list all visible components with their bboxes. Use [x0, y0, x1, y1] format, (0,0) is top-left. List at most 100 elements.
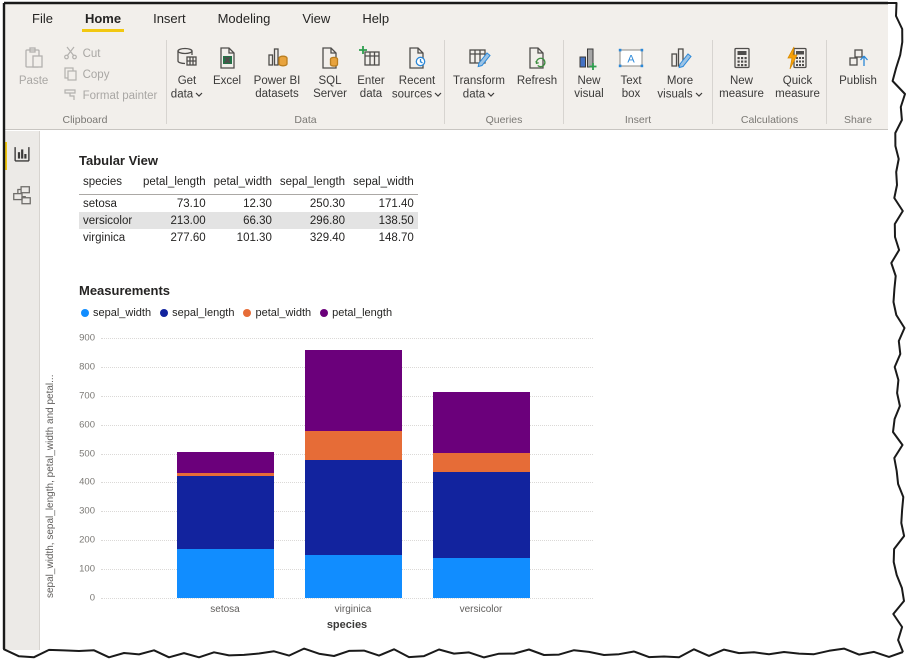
quick-measure-button[interactable]: Quick measure	[771, 41, 825, 101]
enter-data-icon	[358, 41, 384, 75]
recent-sources-button[interactable]: Recent sources	[390, 41, 444, 102]
ribbon-group-queries: Transform data Refresh Queries	[445, 34, 563, 129]
quick-measure-icon	[785, 41, 811, 75]
menu-insert[interactable]: Insert	[137, 3, 202, 34]
powerbi-datasets-button[interactable]: Power BI datasets	[247, 41, 307, 102]
column-header-sepal-length[interactable]: sepal_length	[276, 175, 349, 195]
get-data-button[interactable]: Get data	[167, 41, 207, 102]
format-painter-button[interactable]: Format painter	[61, 85, 158, 106]
cell-value: 101.30	[210, 229, 276, 246]
cell-value: 296.80	[276, 212, 349, 229]
x-axis-title: species	[327, 619, 367, 631]
more-visuals-button[interactable]: More visuals	[652, 41, 708, 102]
y-axis-tick-label: 0	[59, 593, 95, 604]
new-visual-icon	[576, 41, 603, 75]
bar-segment-petal_length-setosa[interactable]	[177, 452, 274, 473]
y-axis-tick-label: 200	[59, 535, 95, 546]
database-icon	[174, 41, 200, 75]
y-axis-tick-label: 800	[59, 361, 95, 372]
legend-dot	[81, 309, 89, 317]
ribbon: Paste Cut	[4, 34, 888, 130]
bar-segment-sepal_width-versicolor[interactable]	[433, 558, 530, 598]
excel-button[interactable]: X Excel	[208, 41, 246, 102]
enter-data-button[interactable]: Enter data	[353, 41, 389, 102]
transform-data-button[interactable]: Transform data	[448, 41, 510, 102]
new-measure-button[interactable]: New measure	[715, 41, 769, 101]
ribbon-group-calculations-label: Calculations	[713, 114, 826, 126]
new-measure-label: New measure	[715, 75, 769, 101]
sql-server-icon	[317, 41, 343, 75]
copy-icon	[63, 66, 78, 84]
table-header-row: species petal_length petal_width sepal_l…	[79, 175, 418, 195]
menu-home[interactable]: Home	[69, 3, 137, 34]
excel-icon: X	[214, 41, 240, 75]
ribbon-group-share-label: Share	[827, 114, 889, 126]
legend-item-petal_width[interactable]: petal_width	[243, 307, 311, 319]
ribbon-group-clipboard: Paste Cut	[4, 34, 166, 129]
svg-text:X: X	[225, 58, 230, 65]
more-visuals-icon	[667, 41, 693, 75]
bar-segment-petal_length-versicolor[interactable]	[433, 392, 530, 454]
menu-view[interactable]: View	[286, 3, 346, 34]
table-visual-title: Tabular View	[79, 153, 158, 168]
cut-button[interactable]: Cut	[61, 43, 158, 64]
menu-help[interactable]: Help	[346, 3, 405, 34]
chart-legend: sepal_width sepal_length petal_width petal_…	[81, 307, 392, 319]
get-data-label: Get data	[171, 75, 196, 101]
ribbon-group-data: Get data X Excel	[167, 34, 444, 129]
model-view-button[interactable]	[4, 181, 39, 213]
transform-data-label: Transform data	[453, 75, 505, 101]
bar-segment-sepal_length-setosa[interactable]	[177, 476, 274, 548]
more-visuals-label: More visuals	[657, 75, 693, 101]
column-header-species[interactable]: species	[79, 175, 139, 195]
paste-button[interactable]: Paste	[13, 41, 55, 106]
refresh-button[interactable]: Refresh	[514, 41, 560, 102]
cell-value: 73.10	[139, 195, 210, 213]
y-axis-tick-label: 700	[59, 390, 95, 401]
bar-segment-petal_width-virginica[interactable]	[305, 431, 402, 460]
legend-label: sepal_length	[172, 307, 234, 319]
chevron-down-icon	[195, 88, 203, 101]
recent-sources-icon	[404, 41, 430, 75]
table-row[interactable]: virginica277.60101.30329.40148.70	[79, 229, 418, 246]
legend-item-sepal_width[interactable]: sepal_width	[81, 307, 151, 319]
bar-segment-petal_length-virginica[interactable]	[305, 350, 402, 430]
ribbon-group-insert-label: Insert	[564, 114, 712, 126]
table-row[interactable]: versicolor213.0066.30296.80138.50	[79, 212, 418, 229]
x-axis-tick-label: versicolor	[460, 604, 503, 615]
bar-segment-sepal_length-virginica[interactable]	[305, 460, 402, 555]
y-axis-tick-label: 600	[59, 419, 95, 430]
gridline	[101, 598, 593, 599]
powerbi-window: File Home Insert Modeling View Help Past…	[0, 0, 922, 671]
sql-server-label: SQL Server	[308, 75, 352, 101]
cell-value: 277.60	[139, 229, 210, 246]
column-header-sepal-width[interactable]: sepal_width	[349, 175, 418, 195]
chevron-down-icon	[434, 88, 442, 101]
copy-button[interactable]: Copy	[61, 64, 158, 85]
legend-dot	[160, 309, 168, 317]
bar-segment-petal_width-setosa[interactable]	[177, 473, 274, 477]
ribbon-group-calculations: New measure	[713, 34, 826, 129]
sql-server-button[interactable]: SQL Server	[308, 41, 352, 102]
chart-visual-title: Measurements	[79, 283, 170, 298]
menu-modeling[interactable]: Modeling	[202, 3, 287, 34]
report-view-button[interactable]	[4, 140, 39, 172]
legend-item-sepal_length[interactable]: sepal_length	[160, 307, 234, 319]
cell-value: 250.30	[276, 195, 349, 213]
menu-file[interactable]: File	[16, 3, 69, 34]
bar-segment-sepal_width-setosa[interactable]	[177, 549, 274, 599]
text-box-button[interactable]: A Text box	[613, 41, 649, 102]
legend-item-petal_length[interactable]: petal_length	[320, 307, 392, 319]
cell-value: 138.50	[349, 212, 418, 229]
bar-segment-sepal_length-versicolor[interactable]	[433, 472, 530, 558]
y-axis-tick-label: 300	[59, 506, 95, 517]
table-row[interactable]: setosa73.1012.30250.30171.40	[79, 195, 418, 213]
column-header-petal-length[interactable]: petal_length	[139, 175, 210, 195]
ribbon-group-queries-label: Queries	[445, 114, 563, 126]
publish-button[interactable]: Publish	[833, 41, 883, 88]
new-visual-button[interactable]: New visual	[568, 41, 610, 102]
bar-segment-petal_width-versicolor[interactable]	[433, 453, 530, 472]
bar-segment-sepal_width-virginica[interactable]	[305, 555, 402, 598]
column-header-petal-width[interactable]: petal_width	[210, 175, 276, 195]
cell-value: 148.70	[349, 229, 418, 246]
